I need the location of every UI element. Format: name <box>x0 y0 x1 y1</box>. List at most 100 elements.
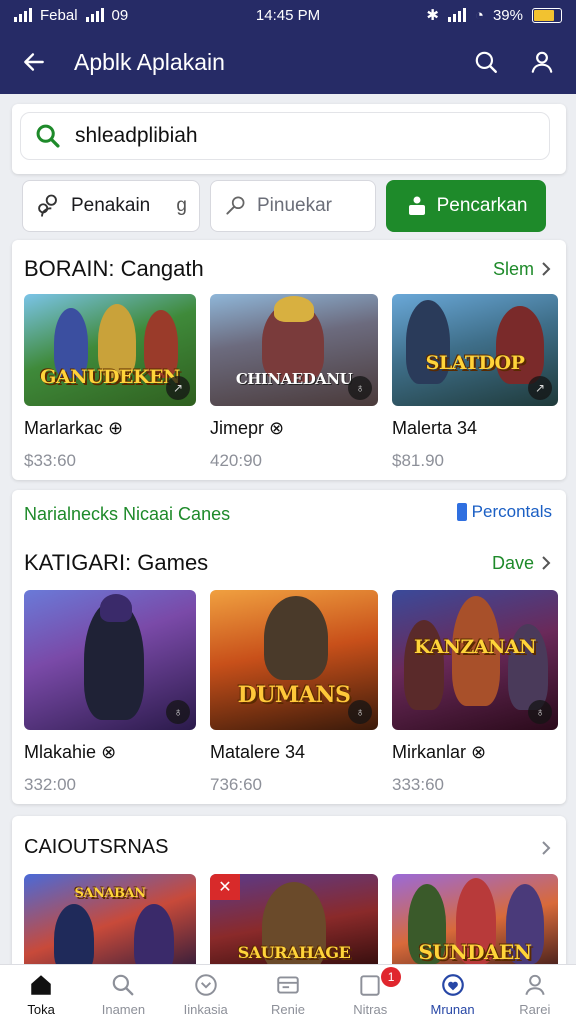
section-more-link[interactable] <box>540 839 552 857</box>
nav-item-nitras[interactable]: 1 Nitras <box>329 965 411 1024</box>
nav-label: Iinkasia <box>183 1002 228 1017</box>
nav-label: Renie <box>271 1002 305 1017</box>
game-thumbnail: ♁ <box>24 590 196 730</box>
search-button[interactable] <box>464 40 508 84</box>
game-price: 420:90 <box>210 451 262 470</box>
more-label: Dave <box>491 552 534 573</box>
app-bar: Apblk Aplakain <box>0 30 576 94</box>
search-icon <box>113 974 134 996</box>
account-button[interactable] <box>520 40 564 84</box>
game-thumbnail: SUNDAEN <box>392 874 558 974</box>
nav-label: Toka <box>27 1002 55 1017</box>
game-tile[interactable]: SUNDAEN <box>392 874 558 974</box>
search-box[interactable] <box>20 112 550 160</box>
nav-label: Mrunan <box>430 1002 475 1017</box>
nav-item-inamen[interactable]: Inamen <box>82 965 164 1024</box>
nav-label: Rarei <box>519 1002 551 1017</box>
close-icon[interactable]: ✕ <box>210 874 240 900</box>
section-more-link[interactable]: Dave <box>492 553 552 574</box>
game-tile[interactable]: SANABAN <box>24 874 196 974</box>
filter-extra: g <box>176 195 187 216</box>
game-name: Mlakahie ⊗ <box>24 742 117 762</box>
game-name: Malerta 34 <box>392 418 478 438</box>
heart-icon <box>194 974 217 996</box>
status-bar: Febal 09 14:45 PM ✱ ◔ 39% <box>0 0 576 30</box>
signal-icon-2 <box>85 8 104 22</box>
game-thumbnail: SLATDOP ↗ <box>392 294 558 406</box>
chevron-right-icon <box>542 262 551 276</box>
chevron-right-icon <box>542 556 551 570</box>
phone-icon <box>456 503 467 521</box>
nav-label: Nitras <box>353 1002 388 1017</box>
nav-item-renie[interactable]: Renie <box>247 965 329 1024</box>
nav-item-mrunan[interactable]: Mrunan <box>411 965 493 1024</box>
search-icon <box>21 112 75 160</box>
game-thumbnail: KANZANAN ♁ <box>392 590 558 730</box>
game-name: Jimepr ⊗ <box>210 418 285 438</box>
section-card-2: Narialnecks Nicaai Canes Percontals KATI… <box>12 490 566 804</box>
user-icon <box>531 51 553 73</box>
nav-item-rarei[interactable]: Rarei <box>494 965 576 1024</box>
game-logo: SUNDAEN <box>418 940 532 964</box>
status-extra: 09 <box>111 6 129 24</box>
notifications-icon <box>360 975 380 996</box>
wifi-icon: ◔ <box>474 6 484 24</box>
battery-percent: 39% <box>492 6 523 24</box>
profile-icon <box>525 974 545 996</box>
bookmark-icon: ♁ <box>348 376 372 400</box>
bookmark-icon: ♁ <box>166 700 190 724</box>
game-logo: SAURAHAGE <box>237 943 351 962</box>
section-heading: BORAIN: Cangath <box>24 256 204 281</box>
game-name: Marlarkac ⊕ <box>24 418 124 438</box>
section-card-1: BORAIN: Cangath Slem GANUDEKEN ↗ Marlark… <box>12 240 566 480</box>
home-icon <box>31 975 51 995</box>
game-thumbnail: ✕ SAURAHAGE <box>210 874 378 974</box>
carrier-label: Febal <box>40 6 78 24</box>
section-more-link[interactable]: Slem <box>493 259 552 280</box>
filter-label: Pencarkan <box>436 195 528 216</box>
game-tile[interactable]: SLATDOP ↗ Malerta 34 $81.90 <box>392 294 558 471</box>
game-price: $81.90 <box>392 451 444 470</box>
cell-signal-icon <box>447 8 466 22</box>
game-tile[interactable]: GANUDEKEN ↗ Marlarkac ⊕ $33:60 <box>24 294 196 471</box>
bookmark-icon: ↗ <box>166 376 190 400</box>
search-input[interactable] <box>75 124 515 148</box>
game-logo: SLATDOP <box>425 352 525 374</box>
nav-item-toka[interactable]: Toka <box>0 965 82 1024</box>
wallet-icon <box>277 976 299 994</box>
user-group-icon <box>408 196 425 215</box>
bookmark-icon: ♁ <box>348 700 372 724</box>
game-logo: SANABAN <box>74 886 146 901</box>
percontals-link[interactable]: Percontals <box>456 502 552 522</box>
game-price: 333:60 <box>392 775 444 794</box>
filter-button-penakain[interactable]: Penakain g <box>22 180 200 232</box>
game-thumbnail: SANABAN <box>24 874 196 974</box>
game-tile[interactable]: CHINAEDANU ♁ Jimepr ⊗ 420:90 <box>210 294 378 471</box>
percontals-label: Percontals <box>471 502 552 521</box>
game-thumbnail: GANUDEKEN ↗ <box>24 294 196 406</box>
game-tile[interactable]: ♁ Mlakahie ⊗ 332:00 <box>24 590 196 795</box>
bluetooth-icon: ✱ <box>426 7 439 24</box>
favorites-icon <box>441 974 464 996</box>
filter-label: Pinuekar <box>257 195 332 216</box>
game-price: $33:60 <box>24 451 76 470</box>
search-icon <box>475 51 497 73</box>
game-thumbnail: DUMANS ♁ <box>210 590 378 730</box>
back-button[interactable] <box>0 30 68 94</box>
game-tile[interactable]: KANZANAN ♁ Mirkanlar ⊗ 333:60 <box>392 590 558 795</box>
filter-label: Penakain <box>71 195 151 216</box>
filter-button-pencarkan[interactable]: Pencarkan <box>386 180 546 232</box>
game-tile[interactable]: ✕ SAURAHAGE <box>210 874 378 974</box>
signal-icon <box>14 8 32 22</box>
back-arrow-icon <box>24 53 44 71</box>
bottom-nav: Toka Inamen Iinkasia Renie 1 Nitras Mrun… <box>0 964 576 1024</box>
bookmark-icon: ♁ <box>528 700 552 724</box>
game-name: Matalere 34 <box>210 742 306 762</box>
nav-item-iinkasia[interactable]: Iinkasia <box>165 965 247 1024</box>
filter-button-pinuekar[interactable]: Pinuekar <box>210 180 376 232</box>
section-heading: CAIOUTSRNAS <box>24 836 169 858</box>
filter-bar: Penakain g Pinuekar Pencarkan <box>22 180 554 232</box>
game-tile[interactable]: DUMANS ♁ Matalere 34 736:60 <box>210 590 378 795</box>
section-tagline: Narialnecks Nicaai Canes <box>24 504 231 524</box>
bookmark-icon: ↗ <box>528 376 552 400</box>
